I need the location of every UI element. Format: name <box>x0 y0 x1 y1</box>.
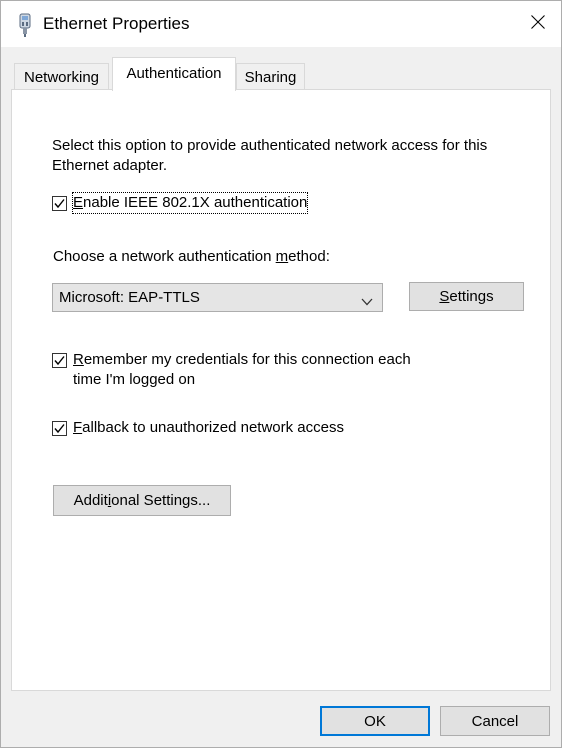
tab-authentication[interactable]: Authentication <box>112 57 236 91</box>
ok-button-label: OK <box>364 712 386 730</box>
fallback-row[interactable]: Fallback to unauthorized network access <box>52 418 344 438</box>
fallback-label[interactable]: Fallback to unauthorized network access <box>73 418 344 438</box>
cancel-button-label: Cancel <box>471 712 519 730</box>
additional-settings-label: Additional Settings... <box>73 492 211 509</box>
network-adapter-icon <box>17 13 33 37</box>
cancel-button[interactable]: Cancel <box>440 706 550 736</box>
tab-label: Networking <box>23 68 100 86</box>
dialog-window: Ethernet Properties Networking Authentic… <box>0 0 562 748</box>
close-button[interactable] <box>515 1 561 47</box>
remember-credentials-label[interactable]: Remember my credentials for this connect… <box>73 350 443 390</box>
chevron-down-icon <box>361 293 373 310</box>
tab-networking[interactable]: Networking <box>14 63 109 90</box>
settings-button-label: Settings <box>439 288 494 305</box>
close-icon <box>531 15 545 33</box>
enable-8021x-label[interactable]: Enable IEEE 802.1X authentication <box>71 192 309 214</box>
tab-label: Sharing <box>244 68 297 86</box>
enable-8021x-row[interactable]: Enable IEEE 802.1X authentication <box>52 192 309 214</box>
tab-strip: Networking Authentication Sharing <box>11 57 551 91</box>
additional-settings-button[interactable]: Additional Settings... <box>53 485 231 516</box>
title-bar: Ethernet Properties <box>1 1 561 47</box>
fallback-checkbox[interactable] <box>52 421 67 436</box>
tab-label: Authentication <box>126 65 222 82</box>
enable-8021x-checkbox[interactable] <box>52 196 67 211</box>
ok-button[interactable]: OK <box>320 706 430 736</box>
window-title: Ethernet Properties <box>43 14 190 33</box>
remember-credentials-row[interactable]: Remember my credentials for this connect… <box>52 350 452 390</box>
authentication-panel: Select this option to provide authentica… <box>11 89 551 691</box>
auth-method-dropdown[interactable]: Microsoft: EAP-TTLS <box>52 283 383 312</box>
tab-sharing[interactable]: Sharing <box>236 63 305 90</box>
method-settings-button[interactable]: Settings <box>409 282 524 311</box>
auth-method-value: Microsoft: EAP-TTLS <box>59 289 200 306</box>
remember-credentials-checkbox[interactable] <box>52 353 67 368</box>
auth-method-label: Choose a network authentication method: <box>53 248 330 265</box>
auth-description: Select this option to provide authentica… <box>52 137 488 174</box>
